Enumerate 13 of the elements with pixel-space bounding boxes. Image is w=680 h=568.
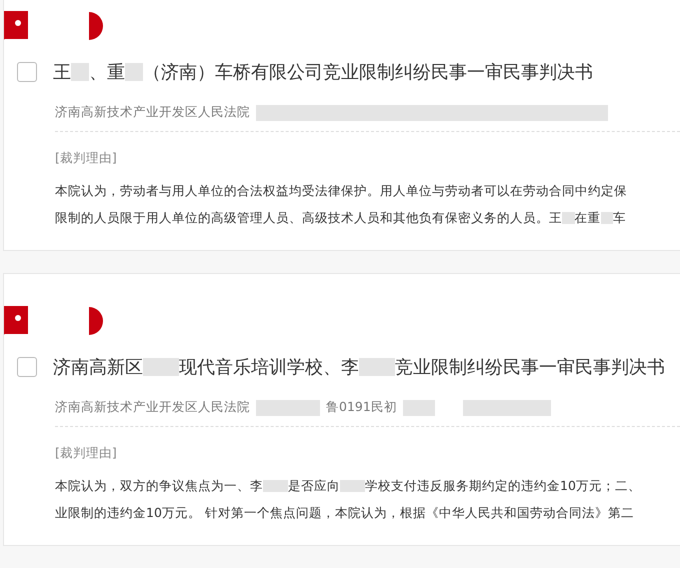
case-excerpt: 本院认为，双方的争议焦点为一、李 是否应向 学校支付违反服务期约定的违约金10万元；二、 业限制的违约金10万元。 针对第一个焦点问题，本院认为，根据《中华人民共和国劳动合同法》第二	[55, 477, 642, 522]
blurred-block	[402, 400, 435, 416]
case-title[interactable]: 王 、重 （济南）车桥有限公司竞业限制纠纷民事一审民事判决书	[53, 60, 593, 84]
section-label: [裁判理由]	[55, 150, 118, 167]
case-meta: 济南高新技术产业开发区人民法院	[55, 399, 250, 416]
case-meta: 济南高新技术产业开发区人民法院	[55, 104, 250, 121]
case-meta: 鲁0191民初	[326, 399, 397, 416]
checkbox[interactable]	[17, 62, 37, 82]
case-title[interactable]: 济南高新区 现代音乐培训学校、李 竞业限制纠纷民事一审民事判决书	[53, 355, 665, 379]
blurred-block	[256, 400, 320, 416]
case-excerpt: 本院认为，劳动者与用人单位的合法权益均受法律保护。用人单位与劳动者可以在劳动合同中约定保 限制的人员限于用人单位的高级管理人员、高级技术人员和其他负有保密义务的人员。王 在重 车	[55, 182, 628, 227]
section-label: [裁判理由]	[55, 445, 118, 462]
checkbox[interactable]	[17, 357, 37, 377]
